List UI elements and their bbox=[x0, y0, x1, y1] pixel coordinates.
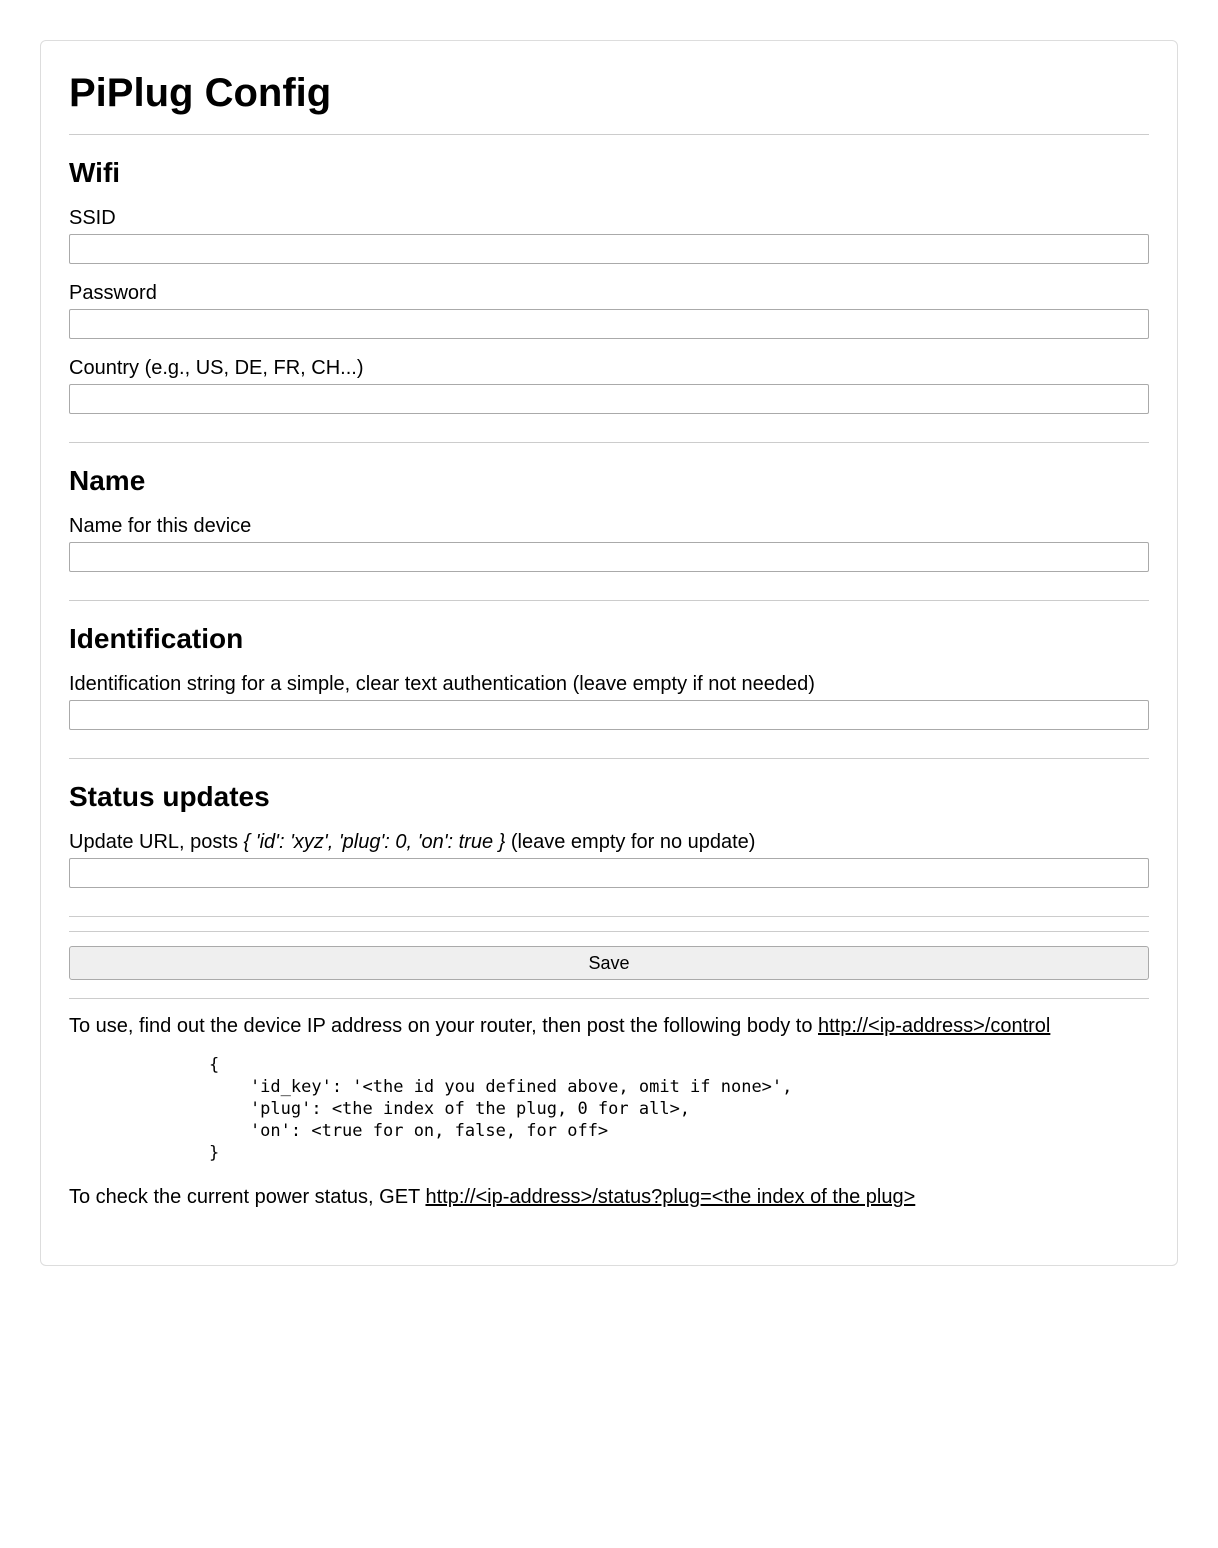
identification-label: Identification string for a simple, clea… bbox=[69, 673, 1149, 696]
update-url-input[interactable] bbox=[69, 858, 1149, 888]
password-input[interactable] bbox=[69, 309, 1149, 339]
device-name-label: Name for this device bbox=[69, 515, 1149, 538]
divider bbox=[69, 134, 1149, 135]
section-heading-name: Name bbox=[69, 465, 1149, 497]
usage-line-2: To check the current power status, GET h… bbox=[69, 1184, 1149, 1211]
divider bbox=[69, 998, 1149, 999]
update-url-label: Update URL, posts { 'id': 'xyz', 'plug':… bbox=[69, 831, 1149, 854]
usage-code-block: { 'id_key': '<the id you defined above, … bbox=[209, 1054, 1149, 1164]
divider bbox=[69, 758, 1149, 759]
usage-line-1-text: To use, find out the device IP address o… bbox=[69, 1015, 818, 1037]
divider bbox=[69, 600, 1149, 601]
update-url-label-code: { 'id': 'xyz', 'plug': 0, 'on': true } bbox=[244, 831, 506, 853]
update-url-label-suffix: (leave empty for no update) bbox=[505, 831, 755, 853]
section-heading-wifi: Wifi bbox=[69, 157, 1149, 189]
control-url-link[interactable]: http://<ip-address>/control bbox=[818, 1015, 1050, 1037]
identification-input[interactable] bbox=[69, 700, 1149, 730]
password-label: Password bbox=[69, 282, 1149, 305]
section-heading-identification: Identification bbox=[69, 623, 1149, 655]
save-button[interactable]: Save bbox=[69, 946, 1149, 980]
section-heading-status: Status updates bbox=[69, 781, 1149, 813]
usage-line-1: To use, find out the device IP address o… bbox=[69, 1013, 1149, 1040]
country-label: Country (e.g., US, DE, FR, CH...) bbox=[69, 357, 1149, 380]
update-url-label-prefix: Update URL, posts bbox=[69, 831, 244, 853]
config-card: PiPlug Config Wifi SSID Password Country… bbox=[40, 40, 1178, 1266]
device-name-input[interactable] bbox=[69, 542, 1149, 572]
ssid-label: SSID bbox=[69, 207, 1149, 230]
divider bbox=[69, 916, 1149, 917]
divider bbox=[69, 931, 1149, 932]
divider bbox=[69, 442, 1149, 443]
page-title: PiPlug Config bbox=[69, 71, 1149, 116]
status-url-link[interactable]: http://<ip-address>/status?plug=<the ind… bbox=[425, 1186, 915, 1208]
ssid-input[interactable] bbox=[69, 234, 1149, 264]
usage-line-2-text: To check the current power status, GET bbox=[69, 1186, 425, 1208]
country-input[interactable] bbox=[69, 384, 1149, 414]
